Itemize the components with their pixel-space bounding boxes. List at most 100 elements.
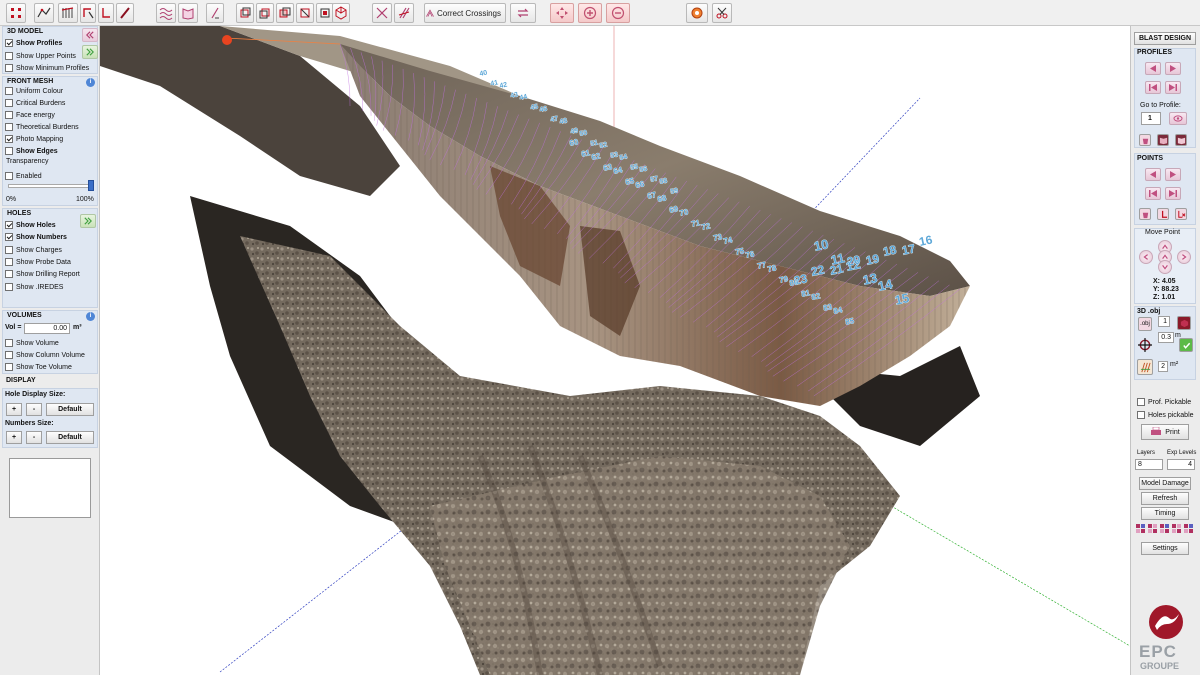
transparency-enabled-checkbox[interactable]: Enabled	[5, 172, 42, 180]
checkbox-box[interactable]	[5, 147, 13, 155]
volumes-info-icon[interactable]: i	[86, 312, 95, 321]
hole-number-label[interactable]: 16	[917, 232, 934, 249]
profile-prev-button[interactable]	[1145, 62, 1161, 75]
grid-toggle-button[interactable]	[1160, 524, 1170, 534]
wave-profiles-button[interactable]	[156, 3, 176, 23]
grid-points-button[interactable]	[6, 3, 26, 23]
scene-canvas[interactable]: 10111213141516171819202122234041 4243 4445…	[100, 26, 1130, 675]
prof-pickable-checkbox[interactable]: Prof. Pickable	[1137, 398, 1191, 406]
volume-input[interactable]: 0.00	[24, 323, 70, 334]
move-right-button[interactable]	[1177, 250, 1191, 264]
checkbox-box[interactable]	[5, 111, 13, 119]
blast-design-button[interactable]: BLAST DESIGN	[1134, 32, 1196, 45]
checkbox-box[interactable]	[5, 246, 13, 254]
front-mesh-info-icon[interactable]: i	[86, 78, 95, 87]
checkbox-box[interactable]	[1137, 398, 1145, 406]
show-profiles-checkbox[interactable]: Show Profiles	[5, 39, 62, 47]
zoom-out-button[interactable]	[606, 3, 630, 23]
layers-input[interactable]: 8	[1135, 459, 1163, 470]
checkbox-box[interactable]	[5, 135, 13, 143]
pencil-button[interactable]	[116, 3, 134, 23]
view-back-button[interactable]	[256, 3, 274, 23]
theoretical-burdens-checkbox[interactable]: Theoretical Burdens	[5, 123, 79, 131]
point-first-button[interactable]	[1145, 187, 1161, 200]
cross-lines-button[interactable]	[372, 3, 392, 23]
checkbox-box[interactable]	[5, 351, 13, 359]
checkbox-box[interactable]	[5, 258, 13, 266]
expand-right-button[interactable]	[82, 45, 98, 59]
transparency-slider-thumb[interactable]	[88, 180, 95, 191]
holes-drill-button[interactable]	[58, 3, 78, 23]
profile-book-alt-button[interactable]	[1175, 134, 1187, 146]
delete-profile-button[interactable]	[1139, 134, 1151, 146]
checkbox-box[interactable]	[5, 221, 13, 229]
show-probe-data-checkbox[interactable]: Show Probe Data	[5, 258, 71, 266]
transparency-slider-track[interactable]	[8, 184, 94, 188]
face-energy-checkbox[interactable]: Face energy	[5, 111, 55, 119]
obj-count-input[interactable]: 1	[1158, 316, 1170, 327]
show-minimum-profiles-checkbox[interactable]: Show Minimum Profiles	[5, 64, 89, 72]
profile-next-button[interactable]	[1165, 62, 1181, 75]
hole-angle-button[interactable]	[206, 3, 224, 23]
step-input[interactable]: 0.3	[1158, 332, 1174, 343]
critical-burdens-checkbox[interactable]: Critical Burdens	[5, 99, 65, 107]
point-last-button[interactable]	[1165, 187, 1181, 200]
profile-line-button[interactable]	[34, 3, 54, 23]
hole-number-label[interactable]: 42	[499, 81, 509, 90]
show-charges-checkbox[interactable]: Show Charges	[5, 246, 62, 254]
target-button[interactable]	[1137, 337, 1153, 353]
point-next-button[interactable]	[1165, 168, 1181, 181]
remove-point-button[interactable]	[1175, 208, 1187, 220]
checkbox-box[interactable]	[5, 87, 13, 95]
view-iso-button[interactable]	[332, 3, 350, 23]
correct-crossings-button[interactable]: Correct Crossings	[424, 3, 506, 23]
grid-toggle-button[interactable]	[1172, 524, 1182, 534]
numbers-size-plus-button[interactable]: +	[6, 431, 22, 444]
profile-last-button[interactable]	[1165, 81, 1181, 94]
show-upper-points-checkbox[interactable]: Show Upper Points	[5, 52, 76, 60]
numbers-size-minus-button[interactable]: -	[26, 431, 42, 444]
obj-load-button[interactable]: .obj	[1138, 317, 1152, 331]
holes-expand-button[interactable]	[80, 214, 96, 228]
profile-book-button[interactable]	[1157, 134, 1169, 146]
checkbox-box[interactable]	[5, 283, 13, 291]
confirm-button[interactable]	[1179, 338, 1193, 352]
show-iredes-checkbox[interactable]: Show .IREDES	[5, 283, 63, 291]
exp-levels-input[interactable]: 4	[1167, 459, 1195, 470]
hole-number-label[interactable]: 40	[479, 69, 489, 78]
view-front-button[interactable]	[236, 3, 254, 23]
profile-first-button[interactable]	[1145, 81, 1161, 94]
print-button[interactable]: Print	[1141, 424, 1189, 440]
profile-number-input[interactable]: 1	[1141, 112, 1161, 125]
area-input[interactable]: 2	[1158, 361, 1168, 372]
refresh-button[interactable]: Refresh	[1141, 492, 1189, 505]
checkbox-box[interactable]	[5, 363, 13, 371]
checkbox-box[interactable]	[5, 123, 13, 131]
holes-pickable-checkbox[interactable]: Holes pickable	[1137, 411, 1194, 419]
show-drilling-report-checkbox[interactable]: Show Drilling Report	[5, 270, 80, 278]
hole-size-minus-button[interactable]: -	[26, 403, 42, 416]
hole-size-default-button[interactable]: Default	[46, 403, 94, 416]
hole-number-label[interactable]: 15	[893, 290, 911, 308]
swap-button[interactable]	[510, 3, 536, 23]
parallel-lines-button[interactable]	[394, 3, 414, 23]
view-right-button[interactable]	[296, 3, 314, 23]
show-toe-volume-checkbox[interactable]: Show Toe Volume	[5, 363, 72, 371]
reset-view-button[interactable]	[686, 3, 708, 23]
start-point-marker[interactable]	[222, 35, 232, 45]
delete-hole-button[interactable]	[98, 3, 114, 23]
edit-hole-button[interactable]	[80, 3, 96, 23]
checkbox-box[interactable]	[5, 52, 13, 60]
timing-button[interactable]: Timing	[1141, 507, 1189, 520]
point-prev-button[interactable]	[1145, 168, 1161, 181]
show-holes-checkbox[interactable]: Show Holes	[5, 221, 56, 229]
book-profiles-button[interactable]	[178, 3, 198, 23]
delete-point-button[interactable]	[1139, 208, 1151, 220]
view-left-button[interactable]	[276, 3, 294, 23]
checkbox-box[interactable]	[5, 64, 13, 72]
checkbox-box[interactable]	[5, 172, 13, 180]
collapse-left-button[interactable]	[82, 28, 98, 42]
zoom-in-button[interactable]	[578, 3, 602, 23]
checkbox-box[interactable]	[5, 339, 13, 347]
checkbox-box[interactable]	[5, 99, 13, 107]
